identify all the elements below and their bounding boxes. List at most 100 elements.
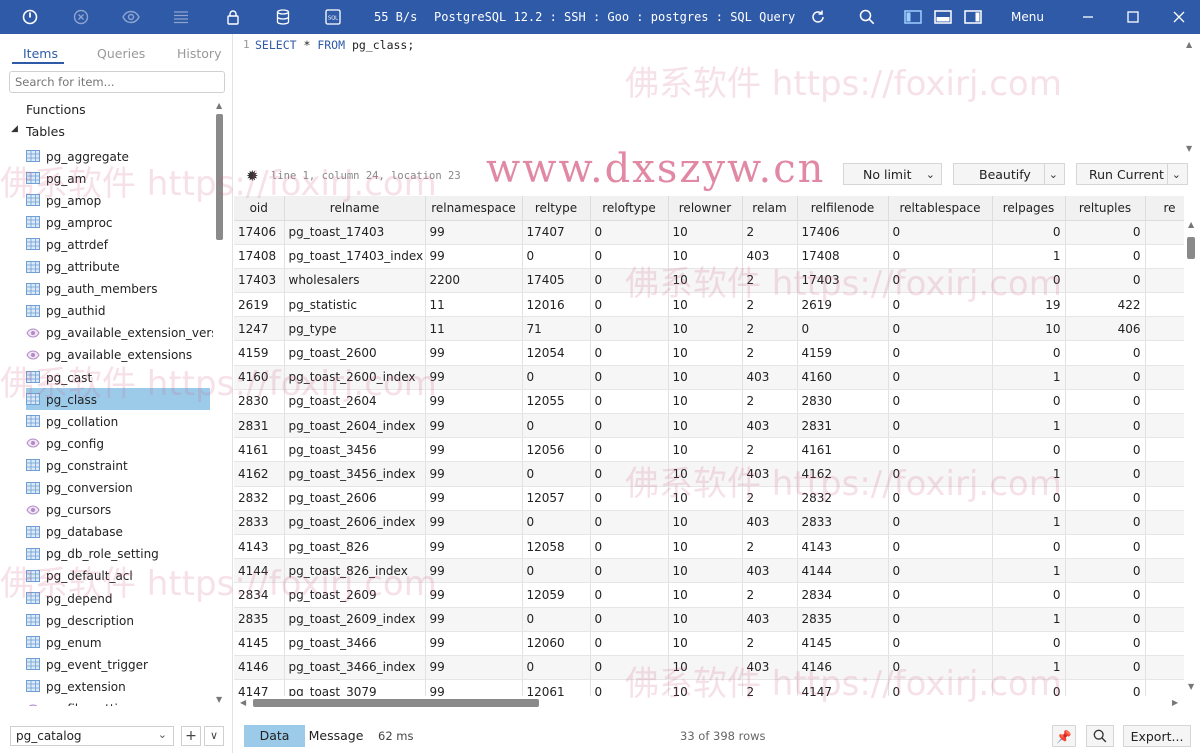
table-cell[interactable]: 2 bbox=[742, 486, 798, 511]
table-row[interactable]: 4162 pg_toast_3456_index 99 0 0 10 403 4162 0 1 0 bbox=[234, 461, 1184, 487]
table-cell[interactable]: 0 bbox=[797, 316, 889, 342]
editor-scrollbar[interactable]: ▲ ▼ bbox=[1182, 34, 1196, 160]
table-cell[interactable]: 1 bbox=[992, 510, 1066, 535]
table-cell[interactable]: pg_toast_2606_index bbox=[284, 510, 426, 535]
minimize-icon[interactable] bbox=[1079, 8, 1097, 26]
sidebar-item-pg-depend[interactable]: pg_depend bbox=[26, 587, 210, 609]
table-cell[interactable]: 1 bbox=[992, 558, 1066, 584]
table-cell[interactable]: 0 bbox=[590, 316, 669, 342]
sidebar-item-pg-default-acl[interactable]: pg_default_acl bbox=[26, 565, 210, 587]
scroll-down-icon[interactable]: ▼ bbox=[1188, 682, 1194, 691]
table-row[interactable]: 2831 pg_toast_2604_index 99 0 0 10 403 2831 0 1 0 bbox=[234, 413, 1184, 439]
table-cell[interactable]: 4161 bbox=[234, 437, 285, 463]
table-cell[interactable]: pg_toast_3456 bbox=[284, 437, 426, 463]
column-header-relpages[interactable]: relpages bbox=[992, 196, 1066, 221]
scroll-right-icon[interactable]: ▶ bbox=[1172, 698, 1178, 707]
table-cell[interactable]: 10 bbox=[668, 220, 743, 245]
table-cell[interactable]: 99 bbox=[425, 631, 523, 656]
search-input[interactable] bbox=[9, 71, 225, 93]
table-row[interactable]: 4143 pg_toast_826 99 12058 0 10 2 4143 0 0 0 bbox=[234, 534, 1184, 560]
sql-icon[interactable]: SQL bbox=[324, 8, 342, 26]
table-cell[interactable]: 0 bbox=[590, 461, 669, 487]
table-row[interactable]: 17406 pg_toast_17403 99 17407 0 10 2 17406 0 0 0 bbox=[234, 220, 1184, 245]
table-cell[interactable]: pg_type bbox=[284, 316, 426, 342]
schema-select[interactable]: pg_catalog ⌄ bbox=[10, 726, 174, 746]
table-cell[interactable]: 0 bbox=[992, 631, 1066, 656]
table-cell[interactable]: 1247 bbox=[234, 316, 285, 342]
column-header-reltuples[interactable]: reltuples bbox=[1065, 196, 1146, 221]
table-cell[interactable]: pg_toast_2606 bbox=[284, 486, 426, 511]
table-cell[interactable]: 10 bbox=[668, 655, 743, 681]
table-cell[interactable]: 17406 bbox=[234, 220, 285, 245]
table-cell[interactable]: 0 bbox=[888, 437, 993, 463]
table-cell[interactable]: 99 bbox=[425, 365, 523, 390]
connect-icon[interactable] bbox=[21, 8, 39, 26]
table-cell[interactable]: 2 bbox=[742, 268, 798, 294]
table-cell[interactable]: 10 bbox=[668, 316, 743, 342]
table-cell[interactable]: 2835 bbox=[234, 607, 285, 632]
table-row[interactable]: 4159 pg_toast_2600 99 12054 0 10 2 4159 0 0 0 bbox=[234, 340, 1184, 366]
column-header-relfilenode[interactable]: relfilenode bbox=[797, 196, 889, 221]
grid-vertical-scrollbar[interactable]: ▲ ▼ bbox=[1184, 220, 1198, 696]
table-cell[interactable]: 0 bbox=[522, 510, 591, 535]
table-cell[interactable]: 0 bbox=[590, 389, 669, 415]
table-cell[interactable] bbox=[1145, 365, 1184, 390]
chevron-down-icon[interactable]: ⌄ bbox=[1049, 168, 1058, 181]
table-cell[interactable]: 12057 bbox=[522, 486, 591, 511]
scroll-left-icon[interactable]: ◀ bbox=[240, 698, 246, 707]
table-cell[interactable]: 0 bbox=[1065, 582, 1146, 608]
table-cell[interactable]: pg_toast_3079 bbox=[284, 679, 426, 696]
table-cell[interactable]: 0 bbox=[1065, 340, 1146, 366]
table-cell[interactable]: 12016 bbox=[522, 292, 591, 318]
table-cell[interactable]: 99 bbox=[425, 244, 523, 269]
table-cell[interactable]: 2835 bbox=[797, 607, 889, 632]
table-cell[interactable]: 0 bbox=[888, 292, 993, 318]
table-cell[interactable]: 12058 bbox=[522, 534, 591, 560]
table-cell[interactable]: 403 bbox=[742, 244, 798, 269]
table-cell[interactable]: 10 bbox=[668, 631, 743, 656]
table-cell[interactable]: pg_toast_17403 bbox=[284, 220, 426, 245]
table-cell[interactable]: 0 bbox=[992, 437, 1066, 463]
table-cell[interactable]: 2619 bbox=[797, 292, 889, 318]
layout-left-icon[interactable] bbox=[904, 8, 922, 26]
table-cell[interactable]: 2 bbox=[742, 340, 798, 366]
table-cell[interactable]: pg_toast_826_index bbox=[284, 558, 426, 584]
table-cell[interactable]: 99 bbox=[425, 558, 523, 584]
table-cell[interactable]: pg_toast_2604 bbox=[284, 389, 426, 415]
table-cell[interactable] bbox=[1145, 558, 1184, 584]
table-cell[interactable]: 0 bbox=[1065, 461, 1146, 487]
scroll-up-icon[interactable]: ▲ bbox=[1186, 40, 1192, 49]
table-cell[interactable]: 2 bbox=[742, 582, 798, 608]
table-cell[interactable]: 0 bbox=[590, 558, 669, 584]
sidebar-item-pg-config[interactable]: pg_config bbox=[26, 432, 210, 454]
table-row[interactable]: 4145 pg_toast_3466 99 12060 0 10 2 4145 0 0 0 bbox=[234, 631, 1184, 656]
table-cell[interactable]: 4143 bbox=[797, 534, 889, 560]
sidebar-item-pg-amop[interactable]: pg_amop bbox=[26, 189, 210, 211]
table-cell[interactable]: 0 bbox=[888, 558, 993, 584]
sidebar-scroll-thumb[interactable] bbox=[216, 114, 223, 240]
table-cell[interactable]: 2830 bbox=[234, 389, 285, 415]
column-header-reloftype[interactable]: reloftype bbox=[590, 196, 669, 221]
table-cell[interactable] bbox=[1145, 631, 1184, 656]
sidebar-item-pg-enum[interactable]: pg_enum bbox=[26, 631, 210, 653]
table-cell[interactable]: 10 bbox=[992, 316, 1066, 342]
table-cell[interactable]: 4144 bbox=[797, 558, 889, 584]
table-cell[interactable]: pg_toast_3466 bbox=[284, 631, 426, 656]
table-cell[interactable]: 17408 bbox=[234, 244, 285, 269]
grid-vscroll-thumb[interactable] bbox=[1187, 237, 1195, 259]
sidebar-item-pg-aggregate[interactable]: pg_aggregate bbox=[26, 145, 210, 167]
table-cell[interactable]: 0 bbox=[522, 655, 591, 681]
section-tables[interactable]: Tables bbox=[26, 124, 65, 139]
column-header-relnamespace[interactable]: relnamespace bbox=[425, 196, 523, 221]
table-cell[interactable]: 0 bbox=[888, 679, 993, 696]
table-cell[interactable]: 2832 bbox=[234, 486, 285, 511]
table-cell[interactable]: 0 bbox=[992, 534, 1066, 560]
sql-code[interactable]: SELECT * FROM pg_class; bbox=[255, 38, 414, 52]
table-cell[interactable] bbox=[1145, 413, 1184, 439]
table-cell[interactable]: 0 bbox=[888, 316, 993, 342]
sidebar-item-pg-class[interactable]: pg_class bbox=[26, 388, 210, 411]
table-cell[interactable] bbox=[1145, 486, 1184, 511]
table-cell[interactable]: 1 bbox=[992, 244, 1066, 269]
table-cell[interactable]: 0 bbox=[522, 365, 591, 390]
tab-items[interactable]: Items bbox=[23, 46, 58, 61]
